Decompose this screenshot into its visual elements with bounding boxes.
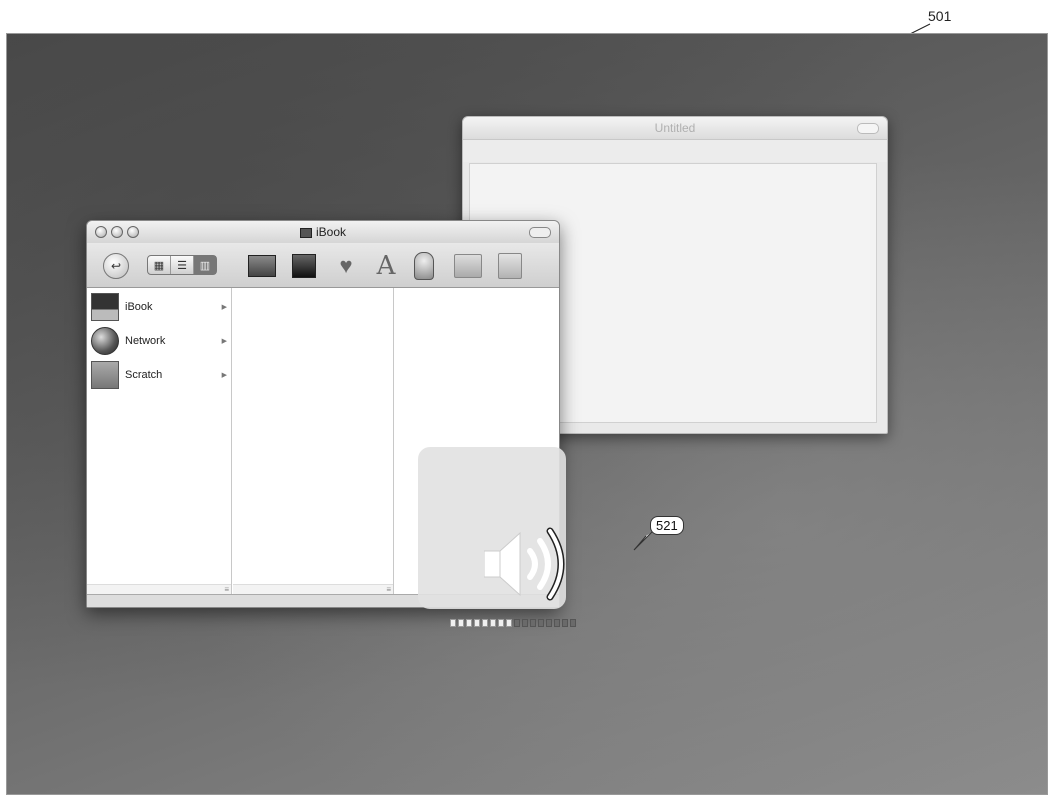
column-resize-handle[interactable]: ≡: [224, 585, 229, 594]
toolbar-toggle-button[interactable]: [529, 227, 551, 238]
list-view-icon: ☰: [177, 259, 187, 272]
volume-level-segment: [538, 619, 544, 627]
toolbar-toggle-button[interactable]: [857, 123, 879, 134]
sidebar-item-label: iBook: [125, 301, 153, 313]
column-view-button[interactable]: ▥: [194, 256, 216, 274]
disk-icon: [299, 227, 312, 238]
home-icon: [292, 254, 316, 278]
volume-level-segment: [530, 619, 536, 627]
heart-icon: ♥: [339, 253, 353, 278]
volume-level-segment: [458, 619, 464, 627]
folder-icon: [498, 253, 522, 279]
sidebar-item-network[interactable]: Network ▶: [91, 324, 227, 358]
volume-level-segment: [482, 619, 488, 627]
sidebar-item-ibook[interactable]: iBook ▶: [91, 290, 227, 324]
home-toolbar-button[interactable]: [289, 251, 319, 281]
volume-level-segment: [562, 619, 568, 627]
scratch-disk-icon: [91, 361, 119, 389]
applications-toolbar-button[interactable]: A: [371, 251, 401, 281]
volume-level-meter: [450, 619, 576, 627]
volume-level-segment: [498, 619, 504, 627]
volume-level-segment: [450, 619, 456, 627]
finder-title-text: iBook: [315, 225, 347, 239]
speaker-volume-icon: [484, 527, 565, 601]
view-mode-selector[interactable]: ▦ ☰ ▥: [147, 255, 217, 275]
column-resize-handle[interactable]: ≡: [386, 585, 391, 594]
pictures-toolbar-button[interactable]: [495, 251, 525, 281]
disclosure-arrow-icon: ▶: [221, 338, 227, 345]
sidebar-item-scratch[interactable]: Scratch ▶: [91, 358, 227, 392]
volume-level-segment: [554, 619, 560, 627]
volume-level-segment: [522, 619, 528, 627]
computer-toolbar-button[interactable]: [247, 251, 277, 281]
sidebar-item-label: Scratch: [125, 369, 163, 381]
sidebar-item-label: Network: [125, 335, 166, 347]
untitled-window-toolbar: [463, 140, 887, 162]
volume-hud: [418, 447, 566, 609]
back-button[interactable]: ↩: [103, 253, 129, 279]
callout-pointer: [633, 531, 653, 551]
reference-numeral-521: 521: [650, 516, 684, 535]
favorites-toolbar-button[interactable]: ♥: [331, 251, 361, 281]
user-icon: [414, 252, 434, 280]
back-arrow-icon: ↩: [110, 259, 122, 273]
column-view-icon: ▥: [199, 259, 211, 272]
second-column[interactable]: ≡: [233, 288, 394, 595]
computer-icon: [248, 255, 276, 277]
folder-icon: [454, 254, 482, 278]
finder-titlebar[interactable]: iBook: [87, 221, 559, 243]
volume-level-segment: [570, 619, 576, 627]
finder-title: iBook: [87, 225, 559, 239]
list-view-button[interactable]: ☰: [171, 256, 194, 274]
untitled-window-titlebar[interactable]: Untitled: [463, 117, 887, 140]
documents-toolbar-button[interactable]: [453, 251, 483, 281]
volume-level-segment: [546, 619, 552, 627]
finder-toolbar: ↩ ▦ ☰ ▥ ♥ A: [87, 243, 559, 288]
disclosure-arrow-icon: ▶: [221, 304, 227, 311]
icon-view-icon: ▦: [153, 259, 165, 272]
disclosure-arrow-icon: ▶: [221, 372, 227, 379]
user-toolbar-button[interactable]: [409, 251, 439, 281]
volume-level-segment: [466, 619, 472, 627]
volume-level-segment: [506, 619, 512, 627]
network-globe-icon: [91, 327, 119, 355]
volume-level-segment: [514, 619, 520, 627]
icon-view-button[interactable]: ▦: [148, 256, 171, 274]
volume-level-segment: [490, 619, 496, 627]
ibook-drive-icon: [91, 293, 119, 321]
source-column[interactable]: iBook ▶ Network ▶ Scratch ▶ ≡: [87, 288, 232, 595]
volume-level-segment: [474, 619, 480, 627]
applications-icon: A: [376, 251, 396, 281]
untitled-window-title: Untitled: [654, 121, 696, 135]
